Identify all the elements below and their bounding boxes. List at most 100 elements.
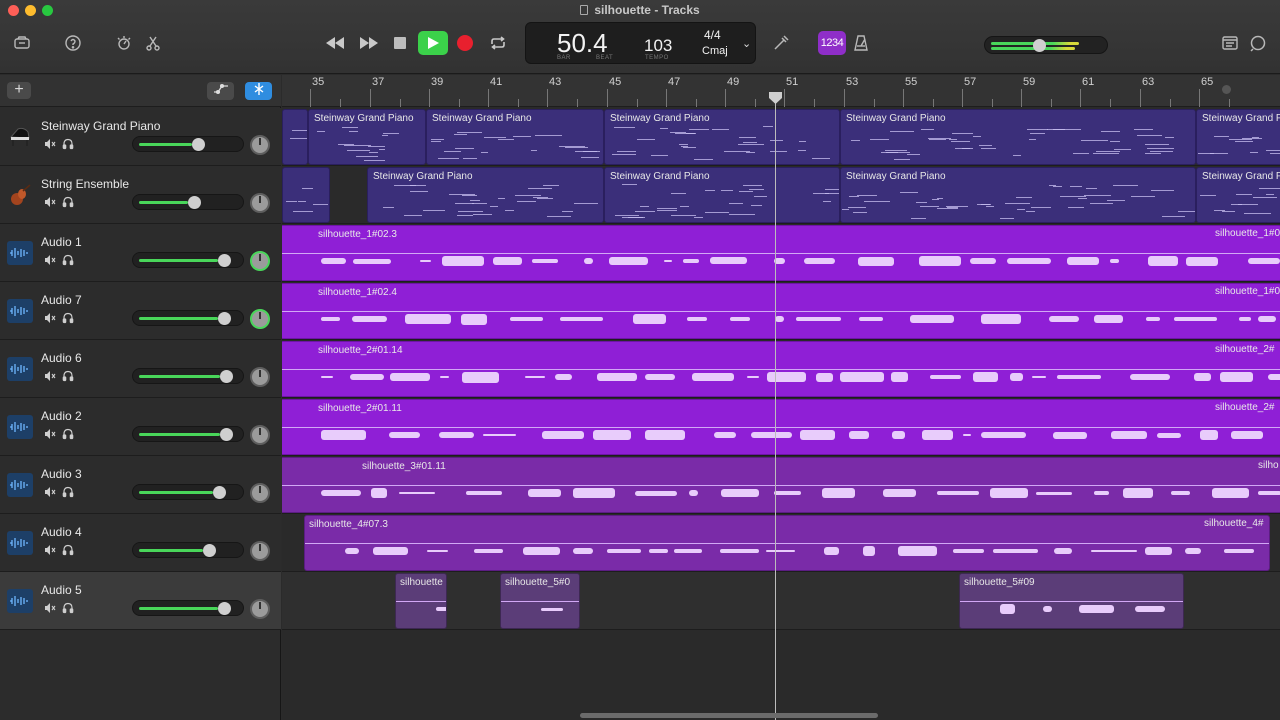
mute-icon[interactable] xyxy=(44,312,56,324)
pan-knob[interactable] xyxy=(250,367,270,387)
chevron-down-icon[interactable]: ⌄ xyxy=(742,37,751,50)
volume-knob[interactable] xyxy=(218,312,231,325)
master-volume-knob[interactable] xyxy=(1033,39,1046,52)
track-name[interactable]: String Ensemble xyxy=(41,177,129,191)
track-name[interactable]: Steinway Grand Piano xyxy=(41,119,160,133)
play-button[interactable] xyxy=(418,31,448,55)
master-volume-slider[interactable] xyxy=(984,36,1108,54)
notepad-icon[interactable] xyxy=(1219,32,1241,54)
mute-icon[interactable] xyxy=(44,428,56,440)
volume-knob[interactable] xyxy=(203,544,216,557)
midi-region[interactable]: Steinway Grand Piano xyxy=(426,109,604,165)
playhead-handle-icon[interactable] xyxy=(768,91,783,105)
tracks-area[interactable]: 35 37 39 41 43 45 47 49 51 53 55 57 59 61 63 65 Steinwa… xyxy=(282,75,1280,720)
midi-region[interactable]: Steinway Grand Piano xyxy=(840,109,1196,165)
volume-knob[interactable] xyxy=(188,196,201,209)
track-header-5[interactable]: Audio 6 xyxy=(0,340,281,398)
rewind-button[interactable] xyxy=(324,33,346,53)
headphones-icon[interactable] xyxy=(62,196,74,208)
headphones-icon[interactable] xyxy=(62,254,74,266)
track-name[interactable]: Audio 4 xyxy=(41,525,82,539)
track-header-1[interactable]: Steinway Grand Piano xyxy=(0,108,281,166)
tuner-icon[interactable] xyxy=(770,32,792,54)
audio-region[interactable]: silhouette_5#09 xyxy=(959,573,1184,629)
track-header-6[interactable]: Audio 2 xyxy=(0,398,281,456)
automation-button[interactable] xyxy=(207,82,234,100)
headphones-icon[interactable] xyxy=(62,602,74,614)
audio-region[interactable]: silhouette_1#02.4 xyxy=(282,283,1280,339)
audio-region[interactable]: silhouette_2#01.11 xyxy=(282,399,1280,455)
library-icon[interactable] xyxy=(11,32,33,54)
mute-icon[interactable] xyxy=(44,138,56,150)
track-header-3[interactable]: Audio 1 xyxy=(0,224,281,282)
pan-knob[interactable] xyxy=(250,135,270,155)
horizontal-scrollbar[interactable] xyxy=(580,713,878,718)
audio-region[interactable]: silhouette xyxy=(395,573,447,629)
track-name[interactable]: Audio 3 xyxy=(41,467,82,481)
track-lane-5[interactable]: silhouette_2#01.14 silhouette_2# xyxy=(282,340,1280,398)
playhead[interactable] xyxy=(775,95,776,720)
track-name[interactable]: Audio 5 xyxy=(41,583,82,597)
volume-knob[interactable] xyxy=(220,428,233,441)
loop-browser-icon[interactable] xyxy=(1247,32,1269,54)
headphones-icon[interactable] xyxy=(62,312,74,324)
headphones-icon[interactable] xyxy=(62,370,74,382)
volume-knob[interactable] xyxy=(220,370,233,383)
fast-forward-button[interactable] xyxy=(358,33,380,53)
track-name[interactable]: Audio 7 xyxy=(41,293,82,307)
pan-knob[interactable] xyxy=(250,425,270,445)
lcd-display[interactable]: 50.4 BAR BEAT 103 TEMPO 4/4 Cmaj ⌄ xyxy=(525,22,756,64)
headphones-icon[interactable] xyxy=(62,428,74,440)
track-name[interactable]: Audio 2 xyxy=(41,409,82,423)
smart-controls-icon[interactable] xyxy=(113,32,135,54)
track-volume-slider[interactable] xyxy=(132,368,244,384)
audio-region[interactable]: silhouette_3#01.11 xyxy=(282,457,1280,513)
editors-scissors-icon[interactable] xyxy=(142,32,164,54)
pan-knob[interactable] xyxy=(250,193,270,213)
volume-knob[interactable] xyxy=(192,138,205,151)
mute-icon[interactable] xyxy=(44,486,56,498)
track-volume-slider[interactable] xyxy=(132,600,244,616)
mute-icon[interactable] xyxy=(44,370,56,382)
mute-icon[interactable] xyxy=(44,602,56,614)
volume-knob[interactable] xyxy=(213,486,226,499)
add-track-button[interactable]: + xyxy=(7,82,31,99)
track-volume-slider[interactable] xyxy=(132,136,244,152)
headphones-icon[interactable] xyxy=(62,544,74,556)
track-volume-slider[interactable] xyxy=(132,426,244,442)
pan-knob[interactable] xyxy=(250,309,270,329)
help-icon[interactable] xyxy=(62,32,84,54)
mute-icon[interactable] xyxy=(44,544,56,556)
headphones-icon[interactable] xyxy=(62,138,74,150)
track-volume-slider[interactable] xyxy=(132,252,244,268)
catch-playhead-button[interactable] xyxy=(245,82,272,100)
track-lane-2[interactable]: Steinway Grand Piano Steinway Grand Piano… xyxy=(282,166,1280,224)
track-header-2[interactable]: String Ensemble xyxy=(0,166,281,224)
midi-region[interactable]: Steinway Grand Piano xyxy=(840,167,1196,223)
track-volume-slider[interactable] xyxy=(132,310,244,326)
track-lane-8[interactable]: silhouette_4#07.3 silhouette_4# xyxy=(282,514,1280,572)
count-in-button[interactable]: 1234 xyxy=(818,31,846,55)
track-lane-9[interactable]: silhouette silhouette_5#0 silhouette_5#09 xyxy=(282,572,1280,630)
stop-button[interactable] xyxy=(394,37,406,49)
track-lane-6[interactable]: silhouette_2#01.11 silhouette_2# xyxy=(282,398,1280,456)
track-lane-3[interactable]: silhouette_1#02.3 silhouette_1#0 xyxy=(282,224,1280,282)
volume-knob[interactable] xyxy=(218,602,231,615)
pan-knob[interactable] xyxy=(250,541,270,561)
track-volume-slider[interactable] xyxy=(132,484,244,500)
track-header-9[interactable]: Audio 5 xyxy=(0,572,281,630)
cycle-button[interactable] xyxy=(487,33,509,53)
pan-knob[interactable] xyxy=(250,483,270,503)
metronome-icon[interactable] xyxy=(850,32,872,54)
audio-region[interactable]: silhouette_5#0 xyxy=(500,573,580,629)
audio-region[interactable]: silhouette_1#02.3 xyxy=(282,225,1280,281)
track-volume-slider[interactable] xyxy=(132,542,244,558)
track-header-7[interactable]: Audio 3 xyxy=(0,456,281,514)
record-button[interactable] xyxy=(457,35,473,51)
mute-icon[interactable] xyxy=(44,196,56,208)
midi-region[interactable]: Steinway Grand Piano xyxy=(1196,109,1280,165)
pan-knob[interactable] xyxy=(250,599,270,619)
track-name[interactable]: Audio 6 xyxy=(41,351,82,365)
midi-region[interactable]: Steinway Grand Piano xyxy=(604,109,840,165)
audio-region[interactable]: silhouette_2#01.14 xyxy=(282,341,1280,397)
